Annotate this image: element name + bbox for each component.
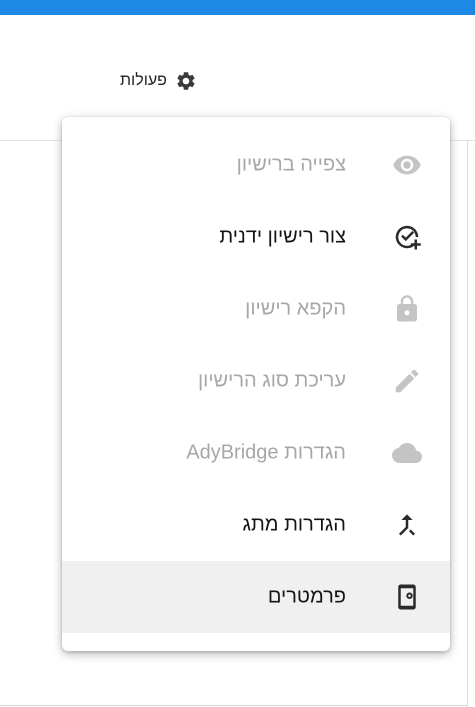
menu-item-label: הגדרות AdyBridge bbox=[186, 441, 346, 464]
menu-item-label: הגדרות מתג bbox=[242, 513, 347, 536]
menu-item-label: עריכת סוג הרישיון bbox=[197, 369, 346, 392]
menu-item-create-manual-license[interactable]: צור רישיון ידנית bbox=[62, 201, 450, 273]
eye-icon bbox=[392, 150, 422, 180]
menu-item-label: צפייה ברישיון bbox=[236, 153, 346, 176]
panel-edge-bottom bbox=[0, 705, 468, 706]
gear-icon bbox=[175, 70, 197, 92]
pencil-icon bbox=[392, 366, 422, 396]
menu-item-switch-settings[interactable]: הגדרות מתג bbox=[62, 489, 450, 561]
menu-item-parameters[interactable]: פרמטרים bbox=[62, 561, 450, 633]
menu-item-label: פרמטרים bbox=[267, 585, 346, 608]
panel-edge-right bbox=[467, 140, 468, 707]
menu-item-label: צור רישיון ידנית bbox=[219, 225, 346, 248]
menu-item-label: הקפא רישיון bbox=[245, 297, 346, 320]
actions-dropdown-menu: צפייה ברישיון צור רישיון ידנית הקפא רישי… bbox=[62, 117, 450, 651]
merge-icon bbox=[392, 510, 422, 540]
menu-item-view-license[interactable]: צפייה ברישיון bbox=[62, 129, 450, 201]
cloud-icon bbox=[392, 438, 422, 468]
lock-icon bbox=[392, 294, 422, 324]
menu-item-adybridge-settings[interactable]: הגדרות AdyBridge bbox=[62, 417, 450, 489]
check-circle-add-icon bbox=[392, 222, 422, 252]
menu-item-edit-license-type[interactable]: עריכת סוג הרישיון bbox=[62, 345, 450, 417]
top-accent-bar bbox=[0, 0, 475, 15]
device-settings-icon bbox=[392, 582, 422, 612]
menu-item-freeze-license[interactable]: הקפא רישיון bbox=[62, 273, 450, 345]
actions-label: פעולות bbox=[120, 72, 167, 89]
actions-button[interactable]: פעולות bbox=[120, 64, 197, 98]
